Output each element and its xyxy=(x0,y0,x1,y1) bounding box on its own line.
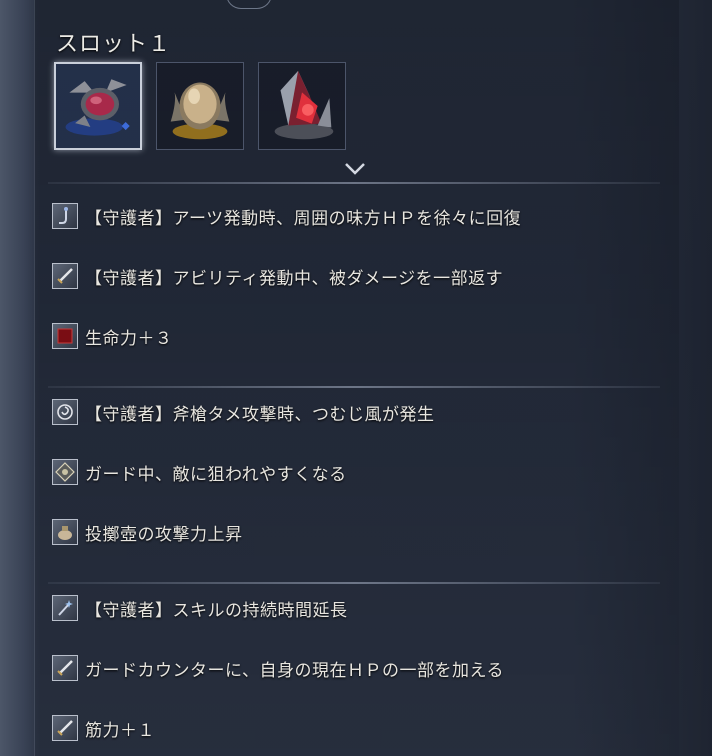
divider-group-2 xyxy=(48,582,660,584)
crimson-crystal-icon xyxy=(274,70,334,140)
effect-text: 【守護者】アーツ発動時、周囲の味方ＨＰを徐々に回復 xyxy=(85,208,522,229)
sword-icon xyxy=(52,655,78,681)
effect-text: 【守護者】スキルの持続時間延長 xyxy=(85,600,348,621)
effect-text: 【守護者】斧槍タメ攻撃時、つむじ風が発生 xyxy=(85,404,435,425)
effect-text: 筋力＋１ xyxy=(85,720,155,741)
diamond-emblem-icon xyxy=(52,459,78,485)
effect-row[interactable]: 【守護者】アビリティ発動中、被ダメージを一部返す xyxy=(52,262,672,290)
gem-amber-orb[interactable] xyxy=(156,62,244,150)
effect-text: 【守護者】アビリティ発動中、被ダメージを一部返す xyxy=(85,268,504,289)
effect-row[interactable]: ガード中、敵に狙われやすくなる xyxy=(52,458,672,486)
rod-icon xyxy=(52,203,78,229)
amber-orb-icon xyxy=(170,82,230,140)
sword-icon xyxy=(52,715,78,741)
spiral-icon xyxy=(52,399,78,425)
pot-icon xyxy=(52,519,78,545)
divider-top xyxy=(48,182,660,184)
effect-text: 投擲壺の攻撃力上昇 xyxy=(85,524,243,545)
effect-row[interactable]: 生命力＋３ xyxy=(52,322,672,350)
sword-icon xyxy=(52,263,78,289)
effect-row[interactable]: 【守護者】アーツ発動時、周囲の味方ＨＰを徐々に回復 xyxy=(52,202,672,230)
effect-row[interactable]: 【守護者】スキルの持続時間延長 xyxy=(52,594,672,622)
slot-title: スロット１ xyxy=(56,32,172,57)
effect-text: 生命力＋３ xyxy=(85,328,173,349)
effect-row[interactable]: 【守護者】斧槍タメ攻撃時、つむじ風が発生 xyxy=(52,398,672,426)
effect-text: ガード中、敵に狙われやすくなる xyxy=(85,464,347,485)
ruby-brooch-icon xyxy=(65,79,130,136)
effect-text: ガードカウンターに、自身の現在ＨＰの一部を加える xyxy=(85,660,504,681)
divider-group-1 xyxy=(48,386,660,388)
gem-ruby-brooch[interactable] xyxy=(54,62,142,150)
chevron-down-icon[interactable] xyxy=(344,162,366,176)
effect-row[interactable]: 筋力＋１ xyxy=(52,714,672,742)
effect-row[interactable]: 投擲壺の攻撃力上昇 xyxy=(52,518,672,546)
red-book-icon xyxy=(52,323,78,349)
effect-row[interactable]: ガードカウンターに、自身の現在ＨＰの一部を加える xyxy=(52,654,672,682)
gem-crimson-crystal[interactable] xyxy=(258,62,346,150)
sparkle-wand-icon xyxy=(52,595,78,621)
